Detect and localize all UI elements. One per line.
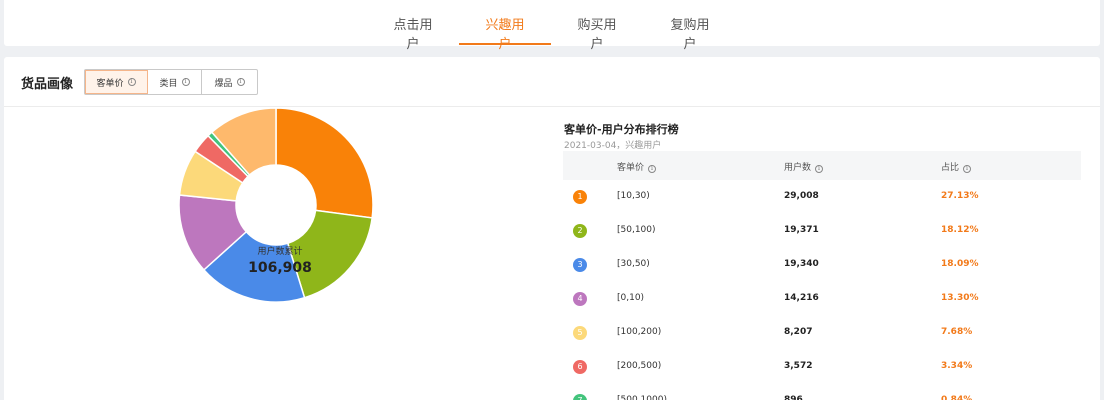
segment-label: 类目	[159, 78, 178, 89]
info-icon[interactable]: i	[648, 165, 657, 173]
cell-users: 3,572	[784, 361, 813, 371]
cell-share: 18.09%	[941, 259, 979, 269]
cell-users: 14,216	[784, 293, 819, 303]
header-label: 用户数	[784, 163, 812, 173]
cell-share: 0.84%	[941, 395, 973, 400]
info-icon[interactable]: i	[815, 165, 824, 173]
rank-badge: 4	[573, 292, 587, 306]
cell-range: [30,50)	[617, 259, 650, 269]
cell-range: [500,1000)	[617, 395, 667, 400]
cell-users: 19,340	[784, 259, 819, 269]
rank-badge: 1	[573, 190, 587, 204]
segment-label: 客单价	[96, 78, 124, 89]
rank-badge: 3	[573, 258, 587, 272]
info-icon[interactable]: i	[127, 78, 136, 86]
ranking-subtitle: 2021-03-04，兴趣用户	[564, 141, 662, 151]
cell-users: 896	[784, 395, 803, 400]
donut-center-label: 用户数累计	[257, 247, 303, 257]
donut-slice-1[interactable]	[275, 107, 374, 219]
rank-badge: 6	[573, 360, 587, 374]
cell-share: 3.34%	[941, 361, 973, 371]
section-title: 货品画像	[21, 77, 74, 92]
header-label: 占比	[941, 163, 960, 173]
segment-hot-items[interactable]: 爆品 i	[202, 70, 257, 94]
tab-click-users[interactable]: 点击用户	[389, 14, 437, 52]
user-type-tabs: 点击用户 兴趣用户 购买用户 复购用户	[4, 0, 1100, 52]
segment-unit-price[interactable]: 客单价 i	[85, 70, 148, 94]
column-header-range: 客单价 i	[617, 160, 657, 173]
cell-share: 7.68%	[941, 327, 973, 337]
rank-badge: 7	[573, 394, 587, 400]
cell-range: [100,200)	[617, 327, 662, 337]
ranking-title: 客单价-用户分布排行榜	[564, 123, 679, 136]
table-row: 7 [500,1000) 896 0.84%	[563, 384, 1081, 400]
cell-share: 18.12%	[941, 225, 979, 235]
divider	[4, 106, 1100, 107]
column-header-users: 用户数 i	[784, 160, 824, 173]
info-icon[interactable]: i	[236, 78, 245, 86]
cell-share: 27.13%	[941, 191, 979, 201]
table-row: 4 [0,10) 14,216 13.30%	[563, 282, 1081, 316]
cell-range: [10,30)	[617, 191, 650, 201]
dimension-switch: 客单价 i 类目 i 爆品 i	[84, 69, 258, 95]
cell-users: 19,371	[784, 225, 819, 235]
info-icon[interactable]: i	[181, 78, 190, 86]
cell-range: [50,100)	[617, 225, 656, 235]
table-row: 2 [50,100) 19,371 18.12%	[563, 214, 1081, 248]
cell-share: 13.30%	[941, 293, 979, 303]
rank-badge: 2	[573, 224, 587, 238]
tab-interest-users[interactable]: 兴趣用户	[481, 14, 529, 52]
cell-users: 8,207	[784, 327, 813, 337]
table-header: 客单价 i 用户数 i 占比 i	[563, 151, 1081, 180]
rank-badge: 5	[573, 326, 587, 340]
table-row: 6 [200,500) 3,572 3.34%	[563, 350, 1081, 384]
column-header-share: 占比 i	[941, 160, 972, 173]
cell-users: 29,008	[784, 191, 819, 201]
table-row: 1 [10,30) 29,008 27.13%	[563, 180, 1081, 214]
header-label: 客单价	[617, 163, 645, 173]
segment-label: 爆品	[214, 78, 233, 89]
segment-category[interactable]: 类目 i	[148, 70, 202, 94]
table-row: 3 [30,50) 19,340 18.09%	[563, 248, 1081, 282]
info-icon[interactable]: i	[963, 165, 972, 173]
active-tab-indicator	[459, 43, 551, 45]
donut-center-value: 106,908	[248, 260, 312, 276]
table-row: 5 [100,200) 8,207 7.68%	[563, 316, 1081, 350]
tab-repurchase-users[interactable]: 复购用户	[666, 14, 714, 52]
tab-purchase-users[interactable]: 购买用户	[573, 14, 621, 52]
cell-range: [200,500)	[617, 361, 662, 371]
tab-bar: 点击用户 兴趣用户 购买用户 复购用户	[4, 0, 1100, 52]
cell-range: [0,10)	[617, 293, 645, 303]
